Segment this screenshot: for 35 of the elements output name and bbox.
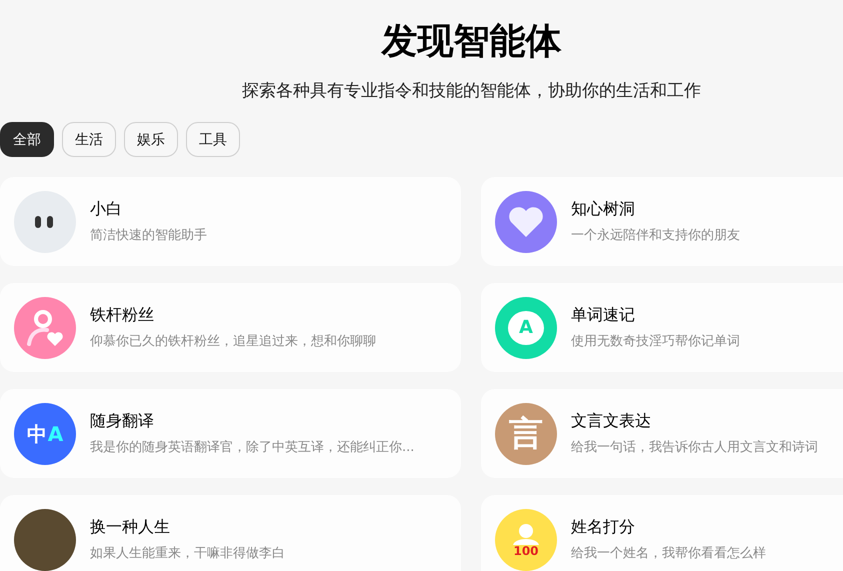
- agent-card[interactable]: 100 姓名打分 给我一个姓名，我帮你看看怎么样: [481, 495, 843, 571]
- agent-card[interactable]: 言 文言文表达 给我一句话，我告诉你古人用文言文和诗词: [481, 389, 843, 478]
- page-subtitle: 探索各种具有专业指令和技能的智能体，协助你的生活和工作: [241, 80, 702, 103]
- agent-name: 单词速记: [571, 304, 636, 324]
- agent-description: 一个永远陪伴和支持你的朋友: [571, 226, 740, 244]
- agent-name: 文言文表达: [571, 410, 652, 430]
- agent-card[interactable]: 小白 简洁快速的智能助手: [0, 177, 461, 266]
- agent-name: 铁杆粉丝: [90, 304, 155, 324]
- agent-card[interactable]: A 单词速记 使用无数奇技淫巧帮你记单词: [481, 283, 843, 372]
- agent-description: 给我一个姓名，我帮你看看怎么样: [571, 544, 766, 562]
- agent-card[interactable]: 中A 随身翻译 我是你的随身英语翻译官，除了中英互译，还能纠正你...: [0, 389, 461, 478]
- agent-description: 给我一句话，我告诉你古人用文言文和诗词: [571, 438, 818, 456]
- agent-name: 姓名打分: [571, 516, 636, 536]
- glyph-icon: 言: [509, 416, 543, 450]
- agent-name: 随身翻译: [90, 410, 155, 430]
- category-tab[interactable]: 全部: [0, 122, 54, 157]
- agent-description: 如果人生能重来，干嘛非得做李白: [90, 544, 285, 562]
- agent-card[interactable]: 知心树洞 一个永远陪伴和支持你的朋友: [481, 177, 843, 266]
- person-heart-icon: [25, 308, 65, 348]
- agent-name: 小白: [90, 198, 123, 218]
- agent-card[interactable]: 铁杆粉丝 仰慕你已久的铁杆粉丝，追星追过来，想和你聊聊: [0, 283, 461, 372]
- agent-name: 知心树洞: [571, 198, 636, 218]
- category-tab[interactable]: 工具: [186, 122, 240, 157]
- agent-description: 使用无数奇技淫巧帮你记单词: [571, 332, 740, 350]
- letter-a-bubble-icon: A: [508, 310, 544, 344]
- heart-icon: [507, 204, 545, 238]
- agent-description: 仰慕你已久的铁杆粉丝，追星追过来，想和你聊聊: [90, 332, 376, 350]
- category-tab[interactable]: 生活: [62, 122, 116, 157]
- agent-card[interactable]: 换一种人生 如果人生能重来，干嘛非得做李白: [0, 495, 461, 571]
- category-tab[interactable]: 娱乐: [124, 122, 178, 157]
- agent-name: 换一种人生: [90, 516, 171, 536]
- translate-icon: 中A: [26, 424, 64, 444]
- agent-description: 简洁快速的智能助手: [90, 226, 207, 244]
- agent-description: 我是你的随身英语翻译官，除了中英互译，还能纠正你...: [90, 438, 414, 456]
- page-title: 发现智能体: [380, 20, 562, 64]
